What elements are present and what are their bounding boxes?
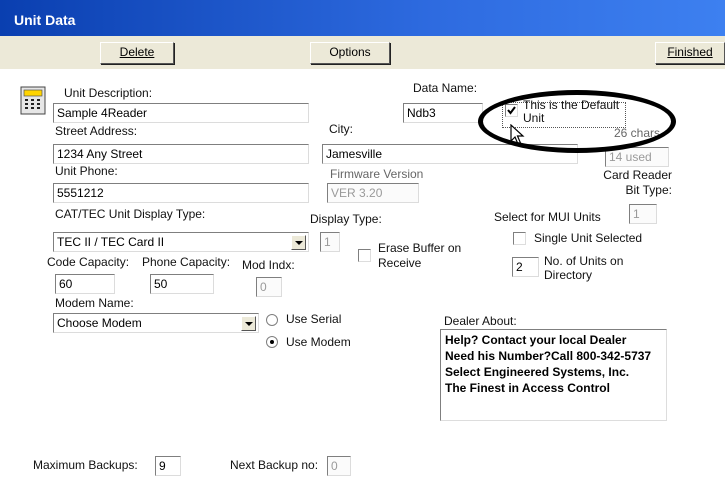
firmware-label: Firmware Version [330,167,424,181]
modem-name-value: Choose Modem [57,316,142,330]
data-name-label: Data Name: [413,81,478,95]
units-on-directory-label-1: No. of Units on [544,254,624,268]
use-modem-radio[interactable] [266,336,278,348]
firmware-field: VER 3.20 [327,183,419,203]
unit-panel-icon [20,86,46,119]
modem-name-label: Modem Name: [55,296,134,310]
unit-description-label: Unit Description: [64,86,153,100]
cat-tec-label: CAT/TEC Unit Display Type: [55,207,206,221]
display-type-label: Display Type: [310,212,382,226]
next-backup-field: 0 [327,456,351,476]
dealer-line: Need his Number?Call 800-342-5737 [445,349,652,363]
unit-description-input[interactable]: Sample 4Reader [53,103,309,123]
delete-button[interactable]: Delete [100,42,174,64]
next-backup-label: Next Backup no: [230,458,319,472]
mui-label: Select for MUI Units [494,210,601,224]
dealer-about-label: Dealer About: [444,314,517,328]
units-on-directory-input[interactable]: 2 [512,257,539,277]
dealer-about-textarea[interactable]: Help? Contact your local Dealer Need his… [440,329,667,421]
display-type-field: 1 [320,232,340,252]
cat-tec-value: TEC II / TEC Card II [57,235,165,249]
dealer-line: Help? Contact your local Dealer [445,333,627,347]
use-modem-label[interactable]: Use Modem [286,335,351,349]
single-unit-label[interactable]: Single Unit Selected [534,231,642,245]
use-serial-radio[interactable] [266,314,278,326]
phone-capacity-label: Phone Capacity: [142,255,231,269]
street-address-label: Street Address: [55,124,138,138]
mod-indx-field: 0 [256,277,282,297]
code-capacity-input[interactable]: 60 [55,274,115,294]
erase-buffer-label-2[interactable]: Receive [378,256,421,270]
cat-tec-select[interactable]: TEC II / TEC Card II [53,232,309,252]
units-on-directory-label-2: Directory [544,268,593,282]
options-button[interactable]: Options [310,42,390,64]
highlight-ellipse [478,90,676,153]
dropdown-arrow-icon[interactable] [241,316,256,331]
mui-field: 1 [629,204,657,224]
phone-capacity-input[interactable]: 50 [150,274,214,294]
single-unit-checkbox[interactable] [513,232,526,245]
window-title: Unit Data [0,0,725,36]
use-serial-label[interactable]: Use Serial [286,312,341,326]
city-label: City: [329,122,353,136]
street-address-input[interactable]: 1234 Any Street [53,144,309,164]
modem-name-select[interactable]: Choose Modem [53,313,259,333]
erase-buffer-label-1[interactable]: Erase Buffer on [378,241,461,255]
dropdown-arrow-icon[interactable] [291,235,306,250]
code-capacity-label: Code Capacity: [47,255,130,269]
card-reader-label: Card Reader Bit Type: [603,168,672,197]
erase-buffer-checkbox[interactable] [358,249,371,262]
max-backups-label: Maximum Backups: [33,458,138,472]
unit-phone-input[interactable]: 5551212 [53,183,309,203]
finished-button[interactable]: Finished [655,42,725,64]
mod-indx-label: Mod Indx: [242,258,295,272]
data-name-input[interactable]: Ndb3 [403,103,483,123]
unit-phone-label: Unit Phone: [55,164,118,178]
max-backups-input[interactable]: 9 [155,456,181,476]
dealer-line: The Finest in Access Control [445,381,610,395]
dealer-line: Select Engineered Systems, Inc. [445,365,630,379]
